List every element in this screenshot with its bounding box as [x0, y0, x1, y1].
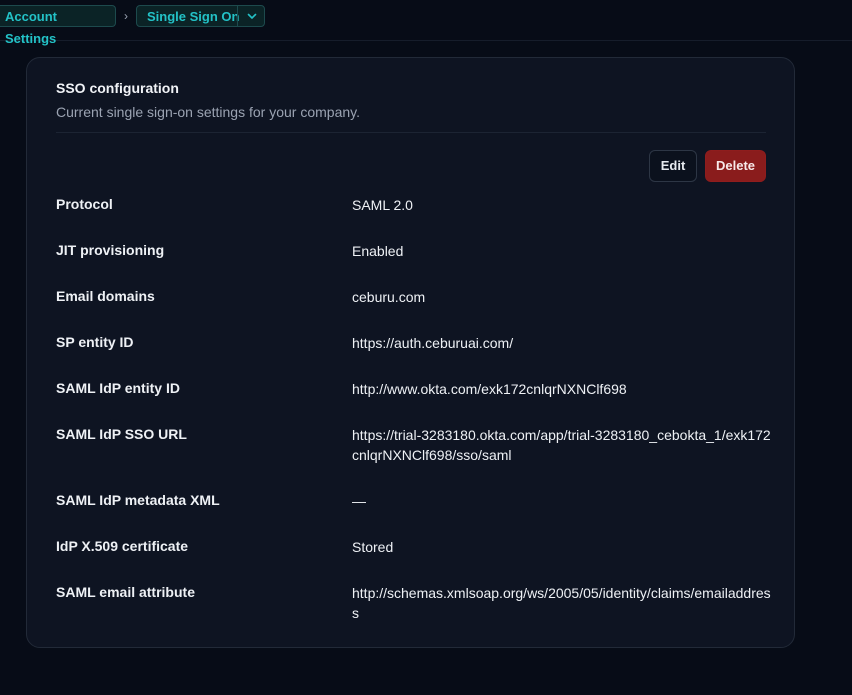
- row-label-protocol: Protocol: [56, 196, 113, 212]
- breadcrumb-current-label: Single Sign On: [147, 9, 240, 24]
- row-label-saml-idp-sso-url: SAML IdP SSO URL: [56, 426, 187, 442]
- card-divider: [56, 132, 766, 133]
- card-subtitle: Current single sign-on settings for your…: [56, 104, 360, 120]
- card-title: SSO configuration: [56, 80, 179, 96]
- row-value-saml-idp-entity-id: http://www.okta.com/exk172cnlqrNXNClf698: [352, 381, 627, 397]
- row-label-email-domains: Email domains: [56, 288, 155, 304]
- sso-configuration-card: SSO configuration Current single sign-on…: [26, 57, 795, 648]
- delete-button[interactable]: Delete: [705, 150, 766, 182]
- breadcrumb-parent-label: Account Settings: [5, 9, 57, 46]
- breadcrumb-single-sign-on[interactable]: Single Sign On: [136, 5, 265, 27]
- breadcrumb-account-settings[interactable]: Account Settings: [0, 5, 116, 46]
- top-bar: Account Settings › Single Sign On: [0, 0, 852, 46]
- chevron-down-icon[interactable]: [238, 6, 265, 26]
- row-value-email-domains: ceburu.com: [352, 289, 426, 305]
- breadcrumb-separator: ›: [124, 9, 128, 23]
- row-label-saml-idp-entity-id: SAML IdP entity ID: [56, 380, 180, 396]
- row-value-idp-x509-certificate: Stored: [352, 539, 394, 555]
- row-value-jit-provisioning: Enabled: [352, 243, 404, 259]
- row-value-sp-entity-id: https://auth.ceburuai.com/: [352, 335, 514, 351]
- row-label-sp-entity-id: SP entity ID: [56, 334, 134, 350]
- row-label-idp-x509-certificate: IdP X.509 certificate: [56, 538, 189, 554]
- row-value-saml-email-attribute: http://schemas.xmlsoap.org/ws/2005/05/id…: [352, 585, 771, 621]
- row-value-protocol: SAML 2.0: [352, 197, 413, 213]
- row-label-jit-provisioning: JIT provisioning: [56, 242, 165, 258]
- row-value-saml-idp-sso-url: https://trial-3283180.okta.com/app/trial…: [352, 427, 771, 463]
- row-label-saml-idp-metadata-xml: SAML IdP metadata XML: [56, 492, 220, 508]
- edit-button[interactable]: Edit: [649, 150, 697, 182]
- row-label-saml-email-attribute: SAML email attribute: [56, 584, 195, 600]
- row-value-saml-idp-metadata-xml: —: [352, 493, 366, 509]
